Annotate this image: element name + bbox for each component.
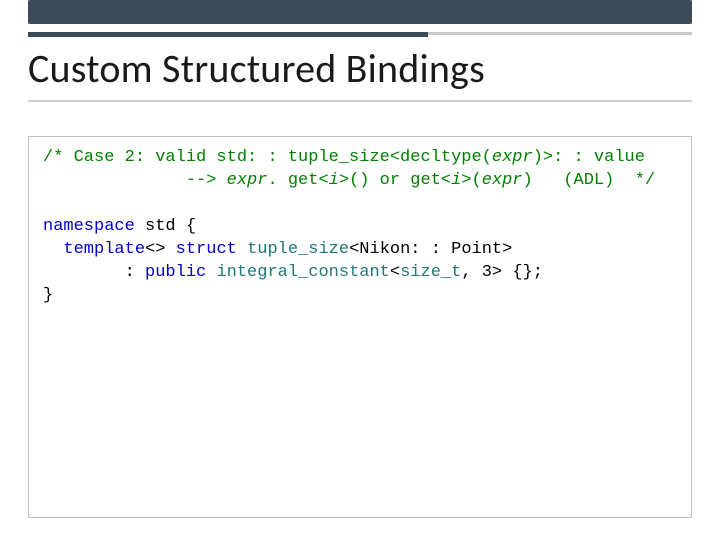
title-wrap: Custom Structured Bindings bbox=[28, 48, 692, 102]
comment-i2: i bbox=[451, 171, 461, 190]
comment-line1a: Case 2: valid std: : tuple_size<decltype… bbox=[63, 148, 491, 167]
comment-indent2 bbox=[43, 171, 186, 190]
type-tuple-size: tuple_size bbox=[247, 240, 349, 259]
comment-close: */ bbox=[635, 171, 655, 190]
slide-title: Custom Structured Bindings bbox=[28, 48, 692, 90]
type-integral-constant: integral_constant bbox=[216, 263, 389, 282]
slide: Custom Structured Bindings /* Case 2: va… bbox=[0, 0, 720, 540]
kw-namespace: namespace bbox=[43, 217, 135, 236]
comment-dashes: -- bbox=[186, 171, 206, 190]
comment-expr2: expr bbox=[227, 171, 268, 190]
gt1: > bbox=[502, 240, 512, 259]
nikon-point: Nikon: : Point bbox=[359, 240, 502, 259]
angles-empty: <> bbox=[145, 240, 176, 259]
lt2: < bbox=[390, 263, 400, 282]
comma-three: , 3 bbox=[461, 263, 492, 282]
gt2-tail: > {}; bbox=[492, 263, 543, 282]
kw-template: template bbox=[63, 240, 145, 259]
comment-i1: i bbox=[329, 171, 339, 190]
brace-close: } bbox=[43, 286, 53, 305]
comment-expr1: expr bbox=[492, 148, 533, 167]
code-block: /* Case 2: valid std: : tuple_size<declt… bbox=[43, 147, 677, 308]
sp2 bbox=[206, 263, 216, 282]
indent2 bbox=[43, 263, 125, 282]
comment-l2e: >( bbox=[461, 171, 481, 190]
ns-std: std bbox=[135, 217, 186, 236]
kw-struct: struct bbox=[176, 240, 237, 259]
sp1 bbox=[237, 240, 247, 259]
comment-l2d: >() or get< bbox=[339, 171, 451, 190]
brace-open: { bbox=[186, 217, 196, 236]
comment-open: /* bbox=[43, 148, 63, 167]
comment-l2c: . get< bbox=[267, 171, 328, 190]
type-size-t: size_t bbox=[400, 263, 461, 282]
indent1 bbox=[43, 240, 63, 259]
comment-line1b: )>: : value bbox=[533, 148, 645, 167]
comment-l2f: ) (ADL) bbox=[523, 171, 635, 190]
kw-public: public bbox=[145, 263, 206, 282]
top-thin-short-decor bbox=[28, 32, 428, 37]
comment-expr3: expr bbox=[482, 171, 523, 190]
code-box: /* Case 2: valid std: : tuple_size<declt… bbox=[28, 136, 692, 518]
colon-inherit: : bbox=[125, 263, 145, 282]
title-underline bbox=[28, 100, 692, 102]
comment-arrow-gt: > bbox=[206, 171, 226, 190]
lt1: < bbox=[349, 240, 359, 259]
top-band-decor bbox=[28, 0, 692, 24]
